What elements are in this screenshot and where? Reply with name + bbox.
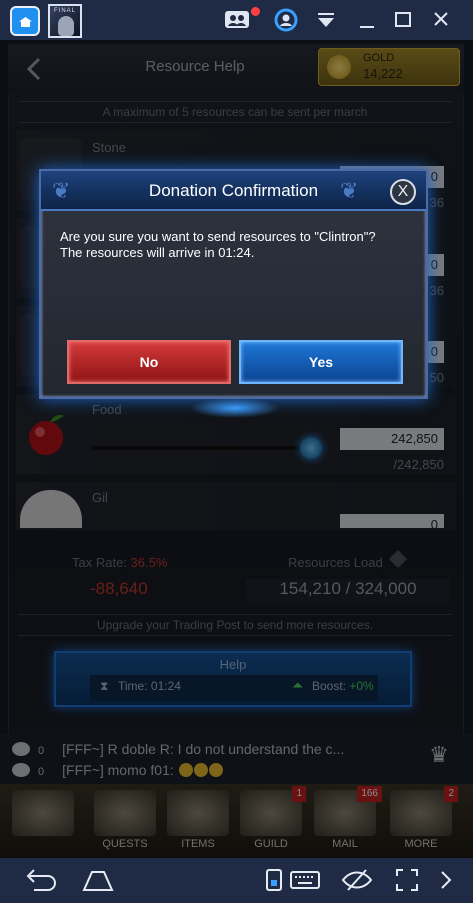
screen: FINAL Resource Help GOLD 14,222 A maximu…	[0, 0, 473, 903]
game-app-thumbnail[interactable]: FINAL	[48, 4, 82, 38]
yes-button[interactable]: Yes	[239, 340, 403, 384]
home-icon[interactable]	[10, 6, 40, 36]
notification-dot	[251, 7, 260, 16]
maximize-icon[interactable]	[388, 5, 418, 35]
keyboard-toggle-icon[interactable]	[262, 864, 286, 896]
emulator-top-bar: FINAL	[0, 0, 473, 40]
dialog-message-line1: Are you sure you want to send resources …	[60, 229, 376, 244]
yes-button-label: Yes	[308, 354, 334, 370]
eye-hidden-icon[interactable]	[338, 864, 376, 896]
account-icon[interactable]	[271, 5, 301, 35]
home-house-icon[interactable]	[78, 864, 118, 896]
dropdown-menu-icon[interactable]	[311, 5, 341, 35]
no-button[interactable]: No	[67, 340, 231, 384]
modal-overlay	[0, 40, 473, 858]
multi-instance-icon[interactable]	[222, 5, 252, 35]
app-thumbnail-label: FINAL	[53, 8, 76, 14]
minimize-icon[interactable]	[352, 5, 382, 35]
dialog-title: Donation Confirmation	[148, 181, 319, 200]
close-icon[interactable]	[426, 5, 456, 35]
keyboard-icon[interactable]	[288, 864, 322, 896]
dialog-message-line2: The resources will arrive in 01:24.	[60, 245, 255, 260]
chevron-right-icon[interactable]	[432, 864, 458, 896]
dialog-close-button[interactable]: X	[390, 179, 416, 205]
dialog-glow	[190, 398, 280, 418]
back-icon[interactable]	[20, 864, 60, 896]
no-button-label: No	[139, 354, 159, 370]
dialog-message: Are you sure you want to send resources …	[60, 229, 410, 261]
fullscreen-icon[interactable]	[390, 864, 424, 896]
